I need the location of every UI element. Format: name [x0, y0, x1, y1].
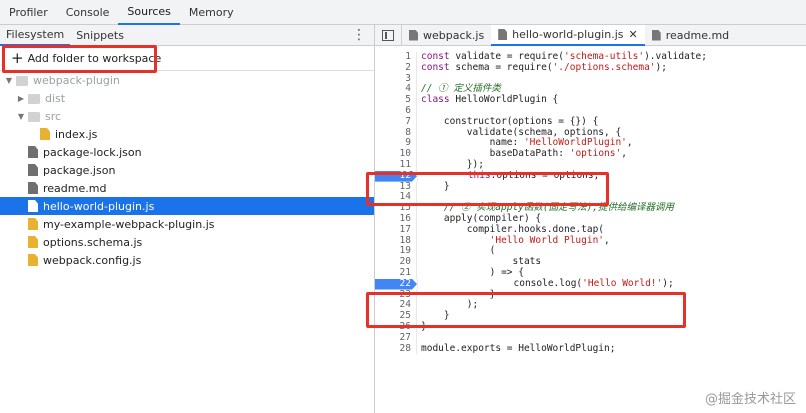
tree-file[interactable]: hello-world-plugin.js [0, 197, 374, 215]
code-text: const schema = require('./options.schema… [421, 61, 667, 73]
editor-tab[interactable]: webpack.js [402, 25, 491, 45]
code-text: console.log('Hello World!'); [422, 277, 674, 289]
file-icon [28, 200, 38, 212]
code-line: 26} [375, 320, 806, 333]
file-icon [651, 29, 661, 41]
code-editor[interactable]: 1 const validate = require('schema-utils'… [375, 51, 806, 355]
expand-arrow-icon: ▼ [17, 111, 25, 121]
tree-item-label: src [45, 109, 62, 123]
code-line: 2 const schema = require('./options.schem… [375, 61, 806, 74]
tab-memory[interactable]: Memory [180, 0, 243, 24]
file-icon [28, 236, 38, 248]
sources-navigator: Filesystem Snippets ⋮ + Add folder to wo… [0, 25, 375, 413]
tree-file[interactable]: webpack.config.js [0, 251, 374, 269]
line-number[interactable]: 28 [375, 343, 416, 355]
file-icon [28, 164, 38, 176]
code-line: 13 } [375, 180, 806, 193]
file-tree: ▼ webpack-plugin ▶ dist ▼ src index.js package-… [0, 71, 374, 269]
collapse-arrow-icon: ▶ [17, 93, 25, 103]
tab-filesystem[interactable]: Filesystem [0, 25, 71, 46]
editor-tabs: webpack.js hello-world-plugin.js ✕ readm… [375, 25, 806, 46]
add-folder-button[interactable]: + Add folder to workspace [0, 46, 374, 71]
file-icon [40, 128, 50, 140]
editor-pane: webpack.js hello-world-plugin.js ✕ readm… [375, 25, 806, 413]
tab-console[interactable]: Console [57, 0, 119, 24]
line-number[interactable]: 7 [375, 116, 416, 128]
tab-sources[interactable]: Sources [118, 0, 180, 25]
line-number[interactable]: 27 [375, 332, 416, 344]
code-line: 5 class HelloWorldPlugin { [375, 94, 806, 106]
tree-item-label: package.json [43, 163, 116, 177]
file-icon [28, 254, 38, 266]
watermark: @掘金技术社区 [704, 392, 796, 407]
tree-item-label: my-example-webpack-plugin.js [43, 217, 215, 231]
add-folder-label: Add folder to workspace [27, 51, 162, 65]
editor-tab-label: readme.md [665, 28, 730, 42]
code-text: } [421, 320, 427, 332]
navigator-tabs: Filesystem Snippets ⋮ [0, 25, 374, 46]
file-icon [28, 182, 38, 194]
plus-icon: + [11, 49, 24, 67]
line-number[interactable]: 17 [375, 224, 416, 236]
tab-profiler[interactable]: Profiler [0, 0, 57, 24]
close-icon[interactable]: ✕ [629, 28, 638, 41]
editor-tab-label: webpack.js [423, 28, 485, 42]
tree-folder[interactable]: ▼ webpack-plugin [0, 71, 374, 89]
tree-item-label: dist [45, 91, 66, 105]
gutter [416, 332, 421, 344]
code-line: 28 module.exports = HelloWorldPlugin; [375, 342, 806, 355]
more-options-icon[interactable]: ⋮ [352, 27, 366, 43]
file-icon [409, 29, 418, 41]
tree-folder[interactable]: ▶ dist [0, 89, 374, 107]
devtools-panel-tabs: Profiler Console Sources Memory [0, 0, 806, 25]
folder-icon [16, 76, 28, 86]
breakpoint-marker[interactable]: 12 [375, 170, 417, 182]
folder-icon [28, 94, 40, 104]
tree-file[interactable]: index.js [0, 125, 374, 143]
code-text: } [421, 180, 450, 192]
breakpoint-marker[interactable]: 22 [375, 278, 417, 290]
tree-file[interactable]: readme.md [0, 179, 374, 197]
tree-file[interactable]: package.json [0, 161, 374, 179]
tree-item-label: webpack-plugin [33, 73, 120, 87]
line-number[interactable]: 2 [375, 62, 416, 74]
sidebar-toggle-icon [382, 29, 394, 41]
toggle-navigator-button[interactable] [375, 25, 402, 45]
code-line: 25 } [375, 310, 806, 322]
editor-tab[interactable]: readme.md [645, 25, 736, 45]
tree-item-label: hello-world-plugin.js [43, 199, 155, 213]
code-line: 7 constructor(options = {}) { [375, 115, 806, 128]
file-icon [28, 218, 38, 230]
line-number[interactable]: 21 [375, 267, 416, 279]
code-text: module.exports = HelloWorldPlugin; [421, 342, 616, 354]
code-line: 27 [375, 332, 806, 344]
folder-icon [28, 112, 40, 122]
tab-snippets[interactable]: Snippets [70, 25, 130, 45]
tree-item-label: webpack.config.js [43, 253, 142, 267]
file-icon [498, 29, 508, 40]
code-line: 12 this.options = options; [375, 169, 806, 182]
expand-arrow-icon: ▼ [5, 75, 13, 85]
code-text: class HelloWorldPlugin { [421, 94, 559, 106]
tree-item-label: package-lock.json [43, 145, 142, 159]
code-text: this.options = options; [467, 169, 600, 181]
editor-tab-label: hello-world-plugin.js [512, 28, 624, 41]
tree-file[interactable]: my-example-webpack-plugin.js [0, 215, 374, 233]
line-number[interactable]: 11 [375, 159, 416, 171]
file-icon [28, 146, 38, 158]
tree-file[interactable]: package-lock.json [0, 143, 374, 161]
tree-item-label: readme.md [43, 181, 107, 195]
tree-folder[interactable]: ▼ src [0, 107, 374, 125]
tree-item-label: index.js [55, 127, 98, 141]
code-text: constructor(options = {}) { [421, 115, 599, 127]
tree-item-label: options.schema.js [43, 235, 143, 249]
editor-tab-active[interactable]: hello-world-plugin.js ✕ [491, 25, 645, 46]
tree-file[interactable]: options.schema.js [0, 233, 374, 251]
code-line: 22 console.log('Hello World!'); [375, 277, 806, 290]
